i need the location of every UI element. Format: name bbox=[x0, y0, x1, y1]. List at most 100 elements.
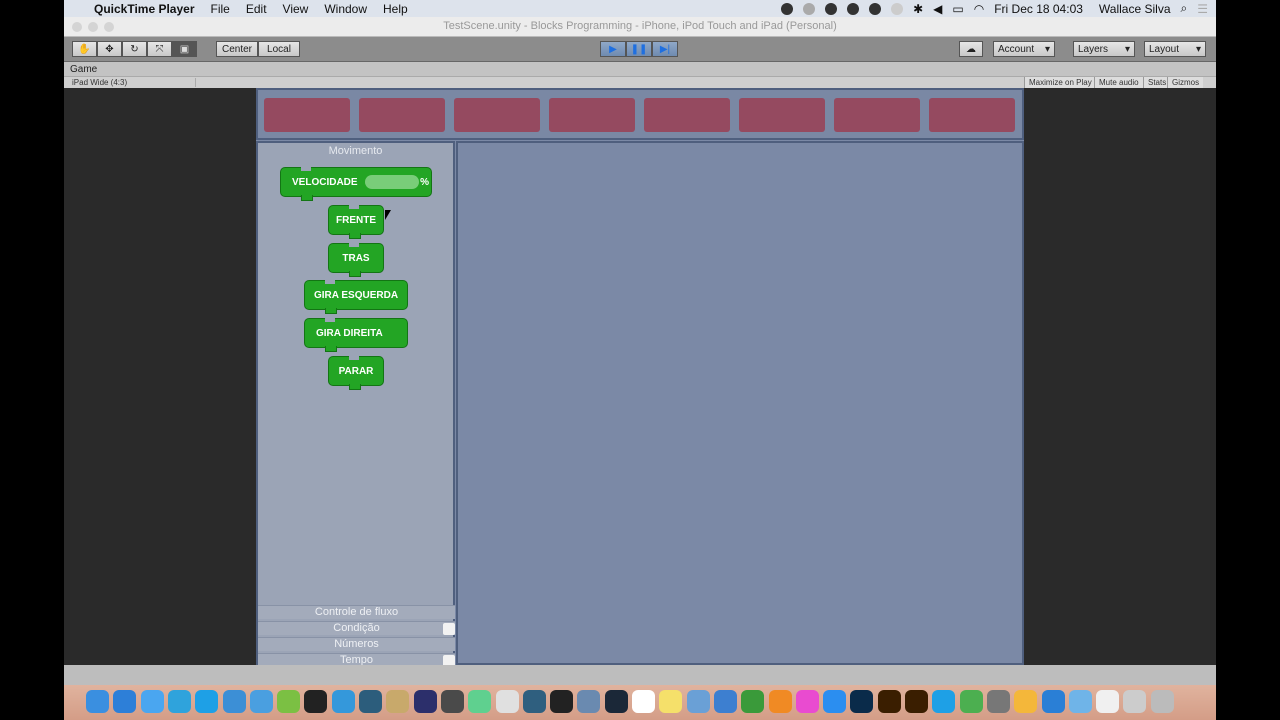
notes-icon[interactable] bbox=[659, 690, 683, 713]
safari-icon[interactable] bbox=[113, 690, 137, 713]
category-controle-de-fluxo[interactable]: Controle de fluxo bbox=[258, 605, 455, 619]
slack-icon[interactable] bbox=[495, 690, 519, 713]
scale-tool-icon[interactable]: ⤧ bbox=[147, 41, 172, 57]
program-slot[interactable] bbox=[739, 98, 825, 132]
dropbox-icon[interactable] bbox=[869, 2, 882, 15]
hand-tool-icon[interactable]: ✋ bbox=[72, 41, 97, 57]
menu-edit[interactable]: Edit bbox=[246, 2, 267, 16]
android-studio-icon[interactable] bbox=[277, 690, 301, 713]
utorrent-icon[interactable] bbox=[959, 690, 983, 713]
preview-2-icon[interactable] bbox=[1123, 690, 1147, 713]
program-slot[interactable] bbox=[644, 98, 730, 132]
rotate-tool-icon[interactable]: ↻ bbox=[122, 41, 147, 57]
sublime-text-icon[interactable] bbox=[440, 690, 464, 713]
user-name[interactable]: Wallace Silva bbox=[1099, 2, 1171, 16]
category-numeros[interactable]: Números bbox=[258, 637, 455, 651]
app-gear-icon[interactable] bbox=[577, 690, 601, 713]
document-icon[interactable] bbox=[1096, 690, 1120, 713]
bird-icon[interactable] bbox=[847, 2, 860, 15]
unity-icon[interactable] bbox=[550, 690, 574, 713]
atom-icon[interactable] bbox=[468, 690, 492, 713]
block-gira-esquerda[interactable]: GIRA ESQUERDA bbox=[304, 280, 408, 314]
drive-icon[interactable] bbox=[825, 2, 838, 15]
record-icon[interactable] bbox=[803, 2, 816, 15]
xamarin-icon[interactable] bbox=[331, 690, 355, 713]
clock[interactable]: Fri Dec 18 04:03 bbox=[994, 2, 1083, 16]
block-frente[interactable]: FRENTE bbox=[328, 205, 384, 239]
eclipse-icon[interactable] bbox=[413, 690, 437, 713]
speed-input[interactable] bbox=[365, 175, 419, 189]
status-icon[interactable] bbox=[781, 2, 794, 15]
play-button[interactable]: ▶ bbox=[600, 41, 626, 57]
wifi-icon[interactable]: ◠ bbox=[974, 2, 984, 16]
preview-icon[interactable] bbox=[686, 690, 710, 713]
photoshop-icon[interactable] bbox=[850, 690, 874, 713]
battery-icon[interactable]: ▭ bbox=[952, 2, 963, 16]
local-button[interactable]: Local bbox=[258, 41, 300, 57]
menu-app[interactable]: QuickTime Player bbox=[94, 2, 195, 16]
program-slot[interactable] bbox=[359, 98, 445, 132]
center-button[interactable]: Center bbox=[216, 41, 258, 57]
account-dropdown[interactable]: Account ▾ bbox=[993, 41, 1055, 57]
menu-window[interactable]: Window bbox=[324, 2, 367, 16]
layers-dropdown[interactable]: Layers ▾ bbox=[1073, 41, 1135, 57]
folder-icon[interactable] bbox=[1068, 690, 1092, 713]
rect-tool-icon[interactable]: ▣ bbox=[172, 41, 197, 57]
ibooks-icon[interactable] bbox=[768, 690, 792, 713]
program-slot[interactable] bbox=[454, 98, 540, 132]
block-parar[interactable]: PARAR bbox=[328, 356, 384, 390]
menu-help[interactable]: Help bbox=[383, 2, 408, 16]
block-gira-direita[interactable]: GIRA DIREITA bbox=[304, 318, 408, 352]
app-store-icon[interactable] bbox=[823, 690, 847, 713]
sketch-icon[interactable] bbox=[1014, 690, 1038, 713]
category-label: Condição bbox=[333, 622, 380, 634]
finder-icon[interactable] bbox=[86, 690, 109, 713]
gizmos-dropdown[interactable]: Gizmos bbox=[1167, 77, 1204, 88]
mute-audio-toggle[interactable]: Mute audio bbox=[1094, 77, 1143, 88]
program-workspace[interactable] bbox=[456, 141, 1024, 665]
mysql-workbench-icon[interactable] bbox=[359, 690, 382, 713]
move-tool-icon[interactable]: ✥ bbox=[97, 41, 122, 57]
app-13-icon[interactable] bbox=[304, 690, 328, 713]
steam-icon[interactable] bbox=[604, 690, 628, 713]
bluetooth-icon[interactable]: ✱ bbox=[913, 2, 923, 16]
program-slot[interactable] bbox=[549, 98, 635, 132]
skype-2-icon[interactable] bbox=[932, 690, 956, 713]
calendar-icon[interactable] bbox=[632, 690, 655, 713]
keynote-icon[interactable] bbox=[713, 690, 737, 713]
category-condicao[interactable]: Condição bbox=[258, 621, 455, 635]
aspect-dropdown[interactable]: iPad Wide (4:3) bbox=[72, 78, 196, 87]
notification-center-icon[interactable]: ☰ bbox=[1197, 2, 1208, 16]
telegram-icon[interactable] bbox=[167, 690, 191, 713]
cloud-icon[interactable]: ☁ bbox=[959, 41, 983, 57]
simulator-icon[interactable] bbox=[249, 690, 273, 713]
sourcetree-icon[interactable] bbox=[522, 690, 546, 713]
trash-icon[interactable] bbox=[1150, 690, 1174, 713]
category-checkbox[interactable] bbox=[443, 623, 455, 635]
app-box-icon[interactable] bbox=[386, 690, 410, 713]
block-tras[interactable]: TRAS bbox=[328, 243, 384, 277]
tab-game[interactable]: Game bbox=[70, 64, 97, 75]
numbers-icon[interactable] bbox=[741, 690, 765, 713]
layout-dropdown[interactable]: Layout ▾ bbox=[1144, 41, 1206, 57]
chat-icon[interactable] bbox=[891, 2, 904, 15]
system-preferences-icon[interactable] bbox=[986, 690, 1010, 713]
menu-file[interactable]: File bbox=[211, 2, 230, 16]
maximize-on-play-toggle[interactable]: Maximize on Play bbox=[1024, 77, 1096, 88]
search-icon[interactable]: ⌕ bbox=[1181, 1, 1188, 16]
block-velocidade[interactable]: VELOCIDADE % bbox=[280, 167, 432, 220]
quicktime-icon[interactable] bbox=[1041, 690, 1065, 713]
pause-button[interactable]: ❚❚ bbox=[626, 41, 652, 57]
program-slot[interactable] bbox=[264, 98, 350, 132]
program-slot[interactable] bbox=[929, 98, 1015, 132]
xcode-icon[interactable] bbox=[222, 690, 246, 713]
step-button[interactable]: ▶| bbox=[652, 41, 678, 57]
menu-view[interactable]: View bbox=[283, 2, 309, 16]
itunes-icon[interactable] bbox=[795, 690, 819, 713]
illustrator-2-icon[interactable] bbox=[905, 690, 928, 713]
messages-icon[interactable] bbox=[140, 690, 164, 713]
skype-icon[interactable] bbox=[195, 690, 219, 713]
volume-icon[interactable]: ◀ bbox=[933, 2, 942, 16]
program-slot[interactable] bbox=[834, 98, 920, 132]
illustrator-icon[interactable] bbox=[877, 690, 901, 713]
